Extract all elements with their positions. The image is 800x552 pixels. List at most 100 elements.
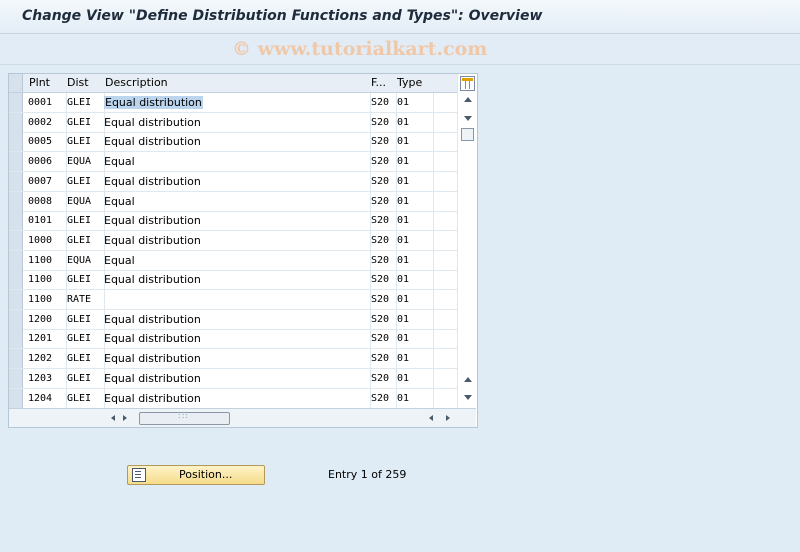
horizontal-scrollbar[interactable]: ::: xyxy=(9,408,476,427)
table-row[interactable]: 0006 EQUA Equal S20 01 xyxy=(9,152,457,173)
cell-function[interactable]: S20 xyxy=(371,393,389,404)
cell-plant[interactable]: 0101 xyxy=(28,215,52,226)
cell-description[interactable]: Equal distribution xyxy=(104,96,203,109)
cell-type[interactable]: 01 xyxy=(397,353,409,364)
cell-function[interactable]: S20 xyxy=(371,196,389,207)
cell-description[interactable]: Equal distribution xyxy=(104,135,201,148)
cell-type[interactable]: 01 xyxy=(397,156,409,167)
cell-plant[interactable]: 1201 xyxy=(28,333,52,344)
cell-type[interactable]: 01 xyxy=(397,393,409,404)
cell-distribution-function[interactable]: GLEI xyxy=(67,97,91,108)
row-selector[interactable] xyxy=(9,270,23,290)
table-row[interactable]: 1100 RATE S20 01 xyxy=(9,290,457,310)
table-row[interactable]: 1200 GLEI Equal distribution S20 01 xyxy=(9,309,457,330)
cell-plant[interactable]: 1203 xyxy=(28,373,52,384)
cell-type[interactable]: 01 xyxy=(397,255,409,266)
cell-distribution-function[interactable]: GLEI xyxy=(67,235,91,246)
cell-description[interactable]: Equal xyxy=(104,254,135,267)
row-selector[interactable] xyxy=(9,132,23,152)
cell-plant[interactable]: 0008 xyxy=(28,196,52,207)
cell-function[interactable]: S20 xyxy=(371,294,389,305)
cell-function[interactable]: S20 xyxy=(371,117,389,128)
table-row[interactable]: 0002 GLEI Equal distribution S20 01 xyxy=(9,112,457,133)
column-header-function[interactable]: F... xyxy=(371,76,386,89)
row-selector[interactable] xyxy=(9,368,23,388)
row-selector[interactable] xyxy=(9,171,23,191)
cell-distribution-function[interactable]: RATE xyxy=(67,294,91,305)
cell-plant[interactable]: 1202 xyxy=(28,353,52,364)
cell-description[interactable]: Equal distribution xyxy=(104,313,201,326)
cell-type[interactable]: 01 xyxy=(397,196,409,207)
column-header-type[interactable]: Type xyxy=(397,76,422,89)
cell-function[interactable]: S20 xyxy=(371,314,389,325)
scroll-up-icon[interactable] xyxy=(464,97,472,102)
cell-function[interactable]: S20 xyxy=(371,373,389,384)
cell-distribution-function[interactable]: GLEI xyxy=(67,136,91,147)
table-row[interactable]: 1202 GLEI Equal distribution S20 01 xyxy=(9,349,457,370)
cell-description[interactable]: Equal xyxy=(104,155,135,168)
cell-type[interactable]: 01 xyxy=(397,235,409,246)
cell-function[interactable]: S20 xyxy=(371,353,389,364)
row-selector[interactable] xyxy=(9,388,23,408)
cell-type[interactable]: 01 xyxy=(397,117,409,128)
cell-plant[interactable]: 1000 xyxy=(28,235,52,246)
cell-type[interactable]: 01 xyxy=(397,274,409,285)
cell-plant[interactable]: 1100 xyxy=(28,294,52,305)
table-row[interactable]: 0008 EQUA Equal S20 01 xyxy=(9,191,457,212)
row-selector[interactable] xyxy=(9,250,23,270)
scroll-left-end-icon[interactable] xyxy=(429,415,433,421)
row-selector[interactable] xyxy=(9,349,23,369)
vertical-scroll-thumb[interactable] xyxy=(461,128,474,141)
scroll-page-up-icon[interactable] xyxy=(464,377,472,382)
cell-function[interactable]: S20 xyxy=(371,97,389,108)
cell-distribution-function[interactable]: GLEI xyxy=(67,373,91,384)
cell-distribution-function[interactable]: EQUA xyxy=(67,255,91,266)
cell-plant[interactable]: 0006 xyxy=(28,156,52,167)
row-selector[interactable] xyxy=(9,152,23,172)
cell-type[interactable]: 01 xyxy=(397,333,409,344)
table-row[interactable]: 1204 GLEI Equal distribution S20 01 xyxy=(9,388,457,409)
row-selector[interactable] xyxy=(9,211,23,231)
scroll-right-icon[interactable] xyxy=(123,415,127,421)
row-selector[interactable] xyxy=(9,93,23,112)
scroll-page-down-icon[interactable] xyxy=(464,395,472,400)
cell-distribution-function[interactable]: EQUA xyxy=(67,156,91,167)
column-settings-icon[interactable] xyxy=(460,76,475,91)
cell-type[interactable]: 01 xyxy=(397,215,409,226)
cell-distribution-function[interactable]: GLEI xyxy=(67,353,91,364)
scroll-right-end-icon[interactable] xyxy=(446,415,450,421)
table-row[interactable]: 1100 EQUA Equal S20 01 xyxy=(9,250,457,271)
cell-function[interactable]: S20 xyxy=(371,176,389,187)
scroll-down-icon[interactable] xyxy=(464,116,472,121)
cell-plant[interactable]: 1100 xyxy=(28,274,52,285)
table-row[interactable]: 1100 GLEI Equal distribution S20 01 xyxy=(9,270,457,291)
cell-description[interactable]: Equal distribution xyxy=(104,273,201,286)
cell-distribution-function[interactable]: GLEI xyxy=(67,215,91,226)
row-selector[interactable] xyxy=(9,329,23,349)
table-row[interactable]: 0001 GLEI Equal distribution S20 01 xyxy=(9,93,457,113)
row-selector[interactable] xyxy=(9,309,23,329)
table-row[interactable]: 0101 GLEI Equal distribution S20 01 xyxy=(9,211,457,232)
cell-plant[interactable]: 1204 xyxy=(28,393,52,404)
table-row[interactable]: 1000 GLEI Equal distribution S20 01 xyxy=(9,230,457,251)
vertical-scrollbar[interactable] xyxy=(457,74,477,408)
cell-plant[interactable]: 0001 xyxy=(28,97,52,108)
table-row[interactable]: 1203 GLEI Equal distribution S20 01 xyxy=(9,368,457,389)
cell-function[interactable]: S20 xyxy=(371,215,389,226)
row-selector[interactable] xyxy=(9,290,23,309)
table-row[interactable]: 1201 GLEI Equal distribution S20 01 xyxy=(9,329,457,350)
cell-function[interactable]: S20 xyxy=(371,333,389,344)
cell-distribution-function[interactable]: EQUA xyxy=(67,196,91,207)
cell-distribution-function[interactable]: GLEI xyxy=(67,333,91,344)
cell-type[interactable]: 01 xyxy=(397,314,409,325)
cell-function[interactable]: S20 xyxy=(371,156,389,167)
table-row[interactable]: 0007 GLEI Equal distribution S20 01 xyxy=(9,171,457,192)
cell-description[interactable]: Equal distribution xyxy=(104,372,201,385)
cell-description[interactable]: Equal xyxy=(104,195,135,208)
row-selector[interactable] xyxy=(9,191,23,211)
cell-plant[interactable]: 0002 xyxy=(28,117,52,128)
cell-distribution-function[interactable]: GLEI xyxy=(67,393,91,404)
cell-distribution-function[interactable]: GLEI xyxy=(67,274,91,285)
cell-description[interactable]: Equal distribution xyxy=(104,392,201,405)
cell-description[interactable]: Equal distribution xyxy=(104,352,201,365)
